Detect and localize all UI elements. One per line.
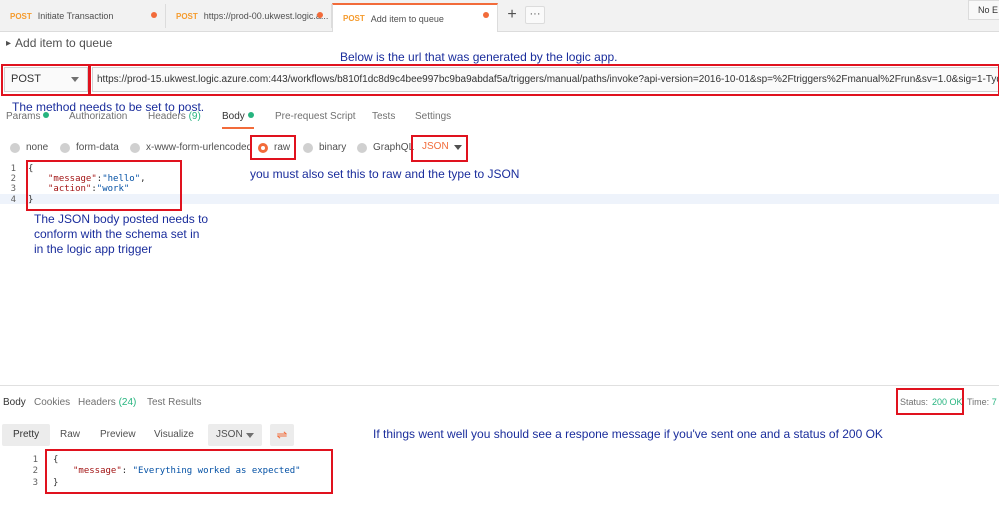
tab-settings[interactable]: Settings xyxy=(415,111,451,122)
response-format-value: JSON xyxy=(216,429,243,440)
annotation-body-note: The JSON body posted needs to conform wi… xyxy=(34,212,208,257)
request-title[interactable]: ▸ Add item to queue xyxy=(6,36,112,50)
response-tabs: Body Cookies Headers (24) Test Results xyxy=(0,397,999,413)
tab-label: https://prod-00.ukwest.logic.a... xyxy=(203,11,329,21)
view-preview-button[interactable]: Preview xyxy=(100,424,136,446)
line-number: 4 xyxy=(10,195,16,205)
line-number: 2 xyxy=(10,174,16,184)
wrap-lines-icon[interactable]: ⇌ xyxy=(270,424,294,446)
response-tab-body[interactable]: Body xyxy=(3,397,26,408)
radio-circle-icon xyxy=(130,142,140,153)
annotation-raw-note: you must also set this to raw and the ty… xyxy=(250,167,520,181)
view-raw-button[interactable]: Raw xyxy=(60,424,80,446)
environment-select[interactable]: No E xyxy=(968,0,999,20)
tab-tests[interactable]: Tests xyxy=(372,111,395,122)
view-visualize-button[interactable]: Visualize xyxy=(154,424,194,446)
annotation-method-note: The method needs to be set to post. xyxy=(12,100,205,114)
tab-prerequest-script[interactable]: Pre-request Script xyxy=(275,111,356,122)
response-divider[interactable] xyxy=(0,385,999,386)
highlight-raw-box xyxy=(250,135,296,160)
radio-binary[interactable]: binary xyxy=(303,142,346,153)
unsaved-dot-icon xyxy=(151,12,157,18)
tab-more-icon[interactable]: ··· xyxy=(525,6,545,24)
radio-circle-icon xyxy=(10,142,20,153)
radio-label: form-data xyxy=(76,142,119,153)
tab-initiate-transaction[interactable]: POST Initiate Transaction xyxy=(0,4,166,28)
tab-method: POST xyxy=(343,14,365,23)
tab-label: Add item to queue xyxy=(370,13,444,24)
active-dot-icon xyxy=(247,112,254,118)
response-tab-headers[interactable]: Headers (24) xyxy=(78,397,136,408)
radio-label: none xyxy=(26,142,49,153)
time-value: 7 xyxy=(991,397,997,407)
tab-add-item-to-queue[interactable]: POST Add item to queue xyxy=(332,3,498,32)
highlight-url-box xyxy=(89,64,999,96)
radio-urlencoded[interactable]: x-www-form-urlencoded xyxy=(130,142,252,153)
tab-body[interactable]: Body xyxy=(222,111,254,129)
response-tab-headers-label: Headers xyxy=(78,397,116,408)
time-label: Time: xyxy=(967,397,990,407)
highlight-response-body-box xyxy=(45,449,333,494)
tab-bar: POST Initiate Transaction POST https://p… xyxy=(0,0,999,32)
highlight-request-body-box xyxy=(26,160,182,211)
highlight-status-box xyxy=(896,388,964,415)
radio-label: x-www-form-urlencoded xyxy=(146,142,253,153)
radio-circle-icon xyxy=(303,142,313,153)
chevron-right-icon: ▸ xyxy=(6,37,12,49)
radio-circle-icon xyxy=(357,142,367,153)
annotation-body-note-line: The JSON body posted needs to xyxy=(34,212,209,226)
radio-label: GraphQL xyxy=(373,142,415,153)
highlight-json-box xyxy=(411,135,468,162)
line-number: 2 xyxy=(32,466,38,476)
request-title-label: Add item to queue xyxy=(15,36,113,50)
response-format-select[interactable]: JSON xyxy=(208,424,262,446)
tab-method: POST xyxy=(10,11,32,21)
unsaved-dot-icon xyxy=(483,12,489,18)
annotation-body-note-line: conform with the schema set in xyxy=(34,227,200,241)
line-number: 3 xyxy=(32,478,38,488)
response-tab-cookies[interactable]: Cookies xyxy=(34,397,70,408)
annotation-response-note: If things went well you should see a res… xyxy=(373,427,883,441)
response-tab-test-results[interactable]: Test Results xyxy=(147,397,201,408)
unsaved-dot-icon xyxy=(317,12,323,18)
tab-body-label: Body xyxy=(222,111,245,122)
line-number: 1 xyxy=(32,455,38,465)
line-number: 1 xyxy=(10,164,16,174)
new-tab-plus-icon[interactable]: + xyxy=(503,6,521,24)
annotation-body-note-line: in the logic app trigger xyxy=(34,242,153,256)
response-headers-count: (24) xyxy=(118,397,137,408)
radio-label: binary xyxy=(319,142,347,153)
annotation-url-note: Below is the url that was generated by t… xyxy=(340,50,618,64)
highlight-method-box xyxy=(1,64,90,96)
tab-method: POST xyxy=(176,11,198,21)
line-number: 3 xyxy=(10,184,16,194)
caret-down-icon xyxy=(246,433,254,438)
tab-label: Initiate Transaction xyxy=(37,11,114,21)
tab-prod-url[interactable]: POST https://prod-00.ukwest.logic.a... xyxy=(166,4,332,28)
radio-graphql[interactable]: GraphQL xyxy=(357,142,414,153)
response-time: Time: 7 xyxy=(967,397,999,407)
radio-form-data[interactable]: form-data xyxy=(60,142,119,153)
radio-circle-icon xyxy=(60,142,70,153)
radio-none[interactable]: none xyxy=(10,142,48,153)
view-pretty-button[interactable]: Pretty xyxy=(2,424,51,446)
